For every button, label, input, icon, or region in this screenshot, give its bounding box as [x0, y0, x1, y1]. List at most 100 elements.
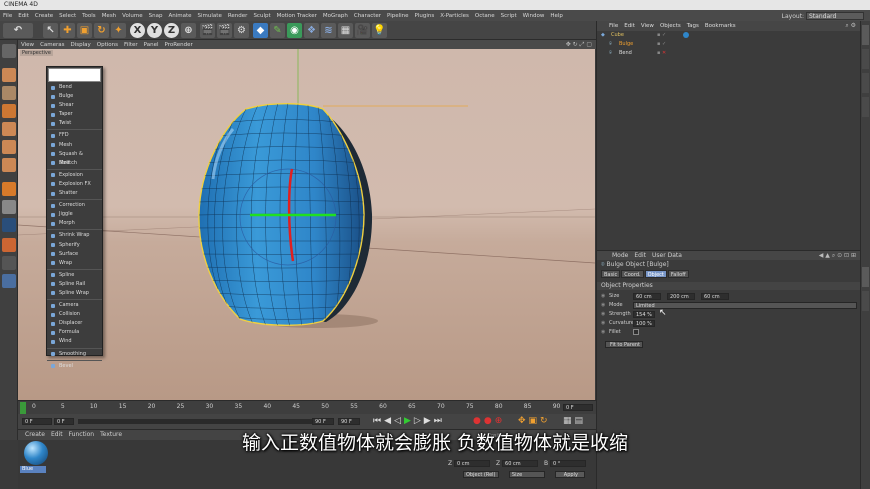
texture-mode-icon[interactable] [2, 86, 16, 100]
om-menu-tags[interactable]: Tags [684, 21, 702, 31]
menu-item-bulge[interactable]: Bulge [47, 92, 102, 101]
camera-icon[interactable]: 🎥 [355, 23, 370, 38]
undo-icon[interactable]: ↶ [3, 23, 33, 38]
menu-item-bend[interactable]: Bend [47, 83, 102, 92]
om-menu-view[interactable]: View [638, 21, 657, 31]
am-nav-icons[interactable]: ◀ ▲ ⌕ ⊙ ⊡ ⊞ [819, 251, 856, 260]
keyframe-dot-icon[interactable]: ◉ [601, 301, 605, 310]
make-editable-icon[interactable] [2, 44, 16, 58]
min-frame-field[interactable]: 90 F [312, 418, 334, 425]
snap-icon[interactable] [2, 218, 16, 232]
side-tab-objects[interactable] [862, 25, 869, 45]
current-frame-field[interactable]: 0 F [54, 418, 74, 425]
coord-size-z-field[interactable]: 60 cm [502, 460, 539, 467]
visibility-dots-icon[interactable]: ▪ ✓ [657, 31, 666, 40]
menu-item-spherify[interactable]: Spherify [47, 241, 102, 250]
end-frame-field[interactable]: 0 F [563, 404, 593, 411]
menu-item-jiggle[interactable]: Jiggle [47, 210, 102, 219]
am-menu-user-data[interactable]: User Data [649, 252, 685, 259]
menu-item-shatter[interactable]: Shatter [47, 189, 102, 198]
om-menu-objects[interactable]: Objects [657, 21, 684, 31]
material-tag-icon[interactable] [683, 32, 689, 38]
workplane-icon[interactable] [2, 104, 16, 118]
object-row-bend[interactable]: ⌾ Bend ▪ ✕ [597, 49, 860, 58]
menu-item-displacer[interactable]: Displacer [47, 319, 102, 328]
tweak-icon[interactable] [2, 200, 16, 214]
cube-icon[interactable]: ◆ [253, 23, 268, 38]
om-menu-bookmarks[interactable]: Bookmarks [702, 21, 739, 31]
object-row-cube[interactable]: ◆ Cube ▪ ✓ [597, 31, 860, 40]
coord-size-mode-dropdown[interactable]: Size [508, 471, 545, 478]
am-menu-mode[interactable]: Mode [609, 252, 631, 259]
cloner-icon[interactable]: ❖ [304, 23, 319, 38]
menu-item-ffd[interactable]: FFD [47, 131, 102, 140]
tab-object[interactable]: Object [644, 270, 667, 278]
size-y-field[interactable]: 200 cm [667, 293, 695, 300]
coord-mode-dropdown[interactable]: Object (Rel) [463, 471, 499, 478]
apply-button[interactable]: Apply [554, 471, 585, 478]
menu-item-wrap[interactable]: Wrap [47, 259, 102, 268]
am-menu-edit[interactable]: Edit [631, 252, 649, 259]
menu-item-twist[interactable]: Twist [47, 119, 102, 128]
menu-item-mesh[interactable]: Mesh [47, 141, 102, 150]
transport-controls[interactable]: ⏮◀◁▶▷▶⏭ [373, 416, 445, 426]
menu-item-camera[interactable]: Camera [47, 301, 102, 310]
menu-item-wind[interactable]: Wind [47, 337, 102, 346]
curvature-field[interactable]: 100 % [633, 320, 655, 327]
deformer-icon[interactable]: ≋ [321, 23, 336, 38]
side-tab-layers[interactable] [862, 291, 869, 311]
mode-dropdown[interactable]: Limited [633, 302, 857, 309]
keyframe-dot-icon[interactable]: ◉ [601, 328, 605, 337]
scale-icon[interactable]: ▣ [77, 23, 92, 38]
menu-item-spline-rail[interactable]: Spline Rail [47, 280, 102, 289]
polygons-mode-icon[interactable] [2, 158, 16, 172]
axis-y-icon[interactable]: Y [147, 23, 162, 38]
menu-item-taper[interactable]: Taper [47, 110, 102, 119]
object-row-bulge[interactable]: ⌾ Bulge ▪ ✓ [597, 40, 860, 49]
menu-item-explosion-fx[interactable]: Explosion FX [47, 180, 102, 189]
keyframe-dot-icon[interactable]: ◉ [601, 292, 605, 301]
coord-pos-z-field[interactable]: 0 cm [454, 460, 491, 467]
menu-item-shrink-wrap[interactable]: Shrink Wrap [47, 231, 102, 240]
grid-icon[interactable] [2, 274, 16, 288]
record-keys-icon[interactable]: ●●⊕ [473, 416, 505, 426]
magnet-icon[interactable] [2, 238, 16, 252]
keyframe-dot-icon[interactable]: ◉ [601, 310, 605, 319]
menu-item-spline[interactable]: Spline [47, 271, 102, 280]
om-menu-edit[interactable]: Edit [621, 21, 638, 31]
coordinate-system-icon[interactable]: ⊕ [181, 23, 196, 38]
side-tab-takes[interactable] [862, 49, 869, 69]
3d-viewport[interactable]: Perspective [18, 49, 595, 400]
enable-axis-icon[interactable] [2, 182, 16, 196]
size-x-field[interactable]: 60 cm [633, 293, 661, 300]
size-z-field[interactable]: 60 cm [701, 293, 729, 300]
menu-item-collision[interactable]: Collision [47, 310, 102, 319]
tab-basic[interactable]: Basic [601, 270, 621, 278]
side-tab-attributes[interactable] [862, 267, 869, 287]
side-tab-structure[interactable] [862, 97, 869, 117]
subdivision-icon[interactable]: ◉ [287, 23, 302, 38]
points-mode-icon[interactable] [2, 122, 16, 136]
playhead-marker[interactable] [20, 402, 26, 414]
layout-dropdown[interactable]: Standard [806, 12, 864, 20]
timeline-ruler[interactable]: 0 5 10 15 20 25 30 35 40 45 50 55 60 65 … [18, 400, 596, 414]
tab-coord[interactable]: Coord. [621, 270, 644, 278]
recent-tool-icon[interactable]: ✦ [111, 23, 126, 38]
menu-item-morph[interactable]: Morph [47, 219, 102, 228]
render-picture-viewer-icon[interactable]: 🎬 [217, 23, 232, 38]
menu-item-smoothing[interactable]: Smoothing [47, 350, 102, 359]
side-tab-content-browser[interactable] [862, 73, 869, 93]
axis-x-icon[interactable]: X [130, 23, 145, 38]
viewport-nav-icons[interactable]: ✥ ↻ ⤢ ▢ [566, 40, 592, 49]
menu-item-squash-stretch[interactable]: Squash & Stretch [47, 150, 102, 166]
select-arrow-icon[interactable]: ↖ [43, 23, 58, 38]
tab-falloff[interactable]: Falloff [667, 270, 689, 278]
start-frame-field[interactable]: 0 F [22, 418, 52, 425]
menu-item-melt[interactable]: Melt [47, 159, 102, 168]
lock-icon[interactable] [2, 256, 16, 270]
render-view-icon[interactable]: 🎬 [200, 23, 215, 38]
strength-field[interactable]: 154 % [633, 311, 655, 318]
timeline-extra-icons[interactable]: ▦▤ [563, 416, 586, 426]
light-icon[interactable]: 💡 [372, 23, 387, 38]
fit-to-parent-button[interactable]: Fit to Parent [605, 341, 643, 348]
